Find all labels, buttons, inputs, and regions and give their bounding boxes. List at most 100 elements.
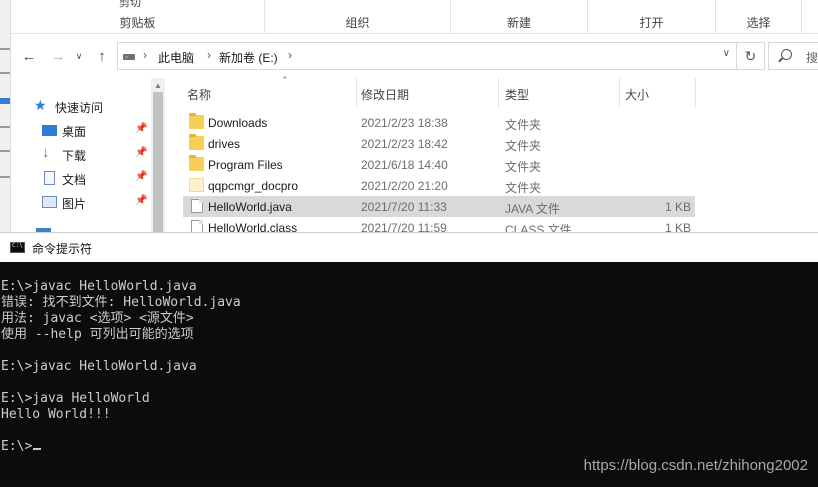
edge-tick: [0, 150, 10, 152]
forward-button[interactable]: →: [48, 46, 68, 66]
folder-icon: [189, 134, 204, 150]
column-header-label: 修改日期: [361, 88, 410, 102]
file-list: ⌃ 名称 修改日期 类型 大小 Downloads 2021/2/23 18:3…: [165, 75, 818, 232]
arrow-left-icon: ←: [21, 47, 37, 65]
file-type: 文件夹: [505, 160, 542, 174]
column-header-type[interactable]: 类型: [499, 78, 620, 108]
pin-icon[interactable]: 📌: [135, 195, 147, 206]
file-explorer-window: 剪切 剪贴板 组织 新建 打开 选择 ← → ∨ ↑ › 此电脑 › 新加卷 (…: [0, 0, 818, 232]
recent-locations-button[interactable]: ∨: [69, 46, 89, 66]
file-row-program-files[interactable]: Program Files 2021/6/18 14:40 文件夹: [183, 154, 695, 175]
file-date: 2021/7/20 11:33: [361, 200, 447, 214]
file-icon: [191, 220, 203, 232]
sidebar-item-label: 桌面: [62, 125, 87, 139]
sidebar-item-label: 图片: [62, 197, 87, 211]
search-input[interactable]: 搜: [768, 42, 818, 70]
search-placeholder: 搜: [806, 51, 818, 65]
scroll-up-icon[interactable]: ▲: [154, 81, 162, 90]
console-line: Hello World!!!: [1, 407, 111, 422]
download-icon: ↓: [42, 144, 50, 161]
sidebar-item-desktop[interactable]: 桌面 📌: [11, 119, 151, 141]
drive-icon: [123, 54, 135, 60]
file-icon: [191, 199, 203, 213]
prompt-text: E:\>: [1, 439, 33, 454]
console-line: 错误: 找不到文件: HelloWorld.java: [1, 295, 241, 310]
edge-tick: [0, 98, 10, 104]
back-button[interactable]: ←: [19, 46, 39, 66]
sidebar-item-label: 文档: [62, 173, 87, 187]
sidebar-item-this-pc[interactable]: [11, 222, 151, 232]
pin-icon[interactable]: 📌: [135, 171, 147, 182]
breadcrumb-this-pc[interactable]: 此电脑: [158, 49, 194, 66]
star-icon: ★: [34, 97, 47, 113]
sidebar-item-pictures[interactable]: 图片 📌: [11, 191, 151, 213]
pin-icon[interactable]: 📌: [135, 147, 147, 158]
window-title: 命令提示符: [32, 242, 93, 256]
ribbon-group-label: 剪贴板: [119, 16, 156, 30]
background-window-edge: [0, 0, 11, 232]
refresh-button[interactable]: ↻: [736, 43, 764, 69]
search-icon: [781, 49, 792, 60]
scrollbar-thumb[interactable]: [153, 92, 163, 232]
ribbon-group-label: 组织: [345, 16, 370, 30]
up-button[interactable]: ↑: [92, 46, 112, 66]
ribbon-group-label: 新建: [506, 16, 531, 30]
file-date: 2021/6/18 14:40: [361, 158, 448, 172]
column-header-name[interactable]: ⌃ 名称: [183, 75, 357, 108]
file-row-helloworld-class[interactable]: HelloWorld.class 2021/7/20 11:59 CLASS 文…: [183, 217, 695, 232]
file-row-drives[interactable]: drives 2021/2/23 18:42 文件夹: [183, 133, 695, 154]
breadcrumb-drive-e[interactable]: 新加卷 (E:): [219, 49, 278, 66]
edge-tick: [0, 126, 10, 128]
sidebar-item-documents[interactable]: 文档 📌: [11, 167, 151, 189]
console-line: 使用 --help 可列出可能的选项: [1, 327, 194, 342]
file-row-helloworld-java[interactable]: HelloWorld.java 2021/7/20 11:33 JAVA 文件 …: [183, 196, 695, 217]
file-date: 2021/2/23 18:42: [361, 137, 448, 151]
watermark: https://blog.csdn.net/zhihong2002: [583, 457, 808, 474]
picture-icon: [42, 196, 57, 208]
edge-tick: [0, 176, 10, 178]
cut-button[interactable]: 剪切: [119, 0, 141, 10]
edge-tick: [0, 48, 10, 50]
pin-icon[interactable]: 📌: [135, 123, 147, 134]
refresh-icon: ↻: [744, 47, 757, 64]
sidebar-item-label: 快速访问: [55, 101, 104, 115]
folder-icon: [189, 155, 204, 171]
command-prompt-window: 命令提示符 E:\>javac HelloWorld.java 错误: 找不到文…: [0, 232, 818, 487]
file-type: 文件夹: [505, 139, 542, 153]
console-line: 用法: javac <选项> <源文件>: [1, 311, 194, 326]
file-date: 2021/2/23 18:38: [361, 116, 448, 130]
console-output[interactable]: E:\>javac HelloWorld.java 错误: 找不到文件: Hel…: [0, 262, 818, 487]
edge-tick: [0, 72, 10, 74]
ribbon: 剪切 剪贴板 组织 新建 打开 选择: [11, 0, 818, 34]
desktop-icon: [42, 125, 57, 136]
navigation-pane: ★ 快速访问 桌面 📌 ↓ 下载 📌 文档 📌 图片 📌: [11, 78, 151, 232]
ribbon-group-open: 打开: [588, 0, 716, 34]
navigation-pane-scrollbar[interactable]: ▲: [151, 78, 165, 232]
file-row-qqpcmgr-docpro[interactable]: qqpcmgr_docpro 2021/2/20 21:20 文件夹: [183, 175, 695, 196]
file-row-downloads[interactable]: Downloads 2021/2/23 18:38 文件夹: [183, 112, 695, 133]
address-bar[interactable]: › 此电脑 › 新加卷 (E:) › ∨ ↻: [117, 42, 765, 70]
title-bar[interactable]: 命令提示符: [0, 232, 818, 262]
chevron-right-icon[interactable]: ›: [143, 48, 147, 62]
sort-ascending-icon: ⌃: [281, 75, 289, 85]
column-header-label: 类型: [505, 88, 530, 102]
chevron-right-icon[interactable]: ›: [288, 48, 292, 62]
address-dropdown-icon[interactable]: ∨: [723, 48, 730, 59]
folder-light-icon: [189, 178, 204, 192]
ribbon-group-select: 选择: [716, 0, 802, 34]
file-type: 文件夹: [505, 181, 542, 195]
sidebar-item-quick-access[interactable]: ★ 快速访问: [11, 95, 151, 117]
console-line: E:\>javac HelloWorld.java: [1, 279, 197, 294]
navigation-bar: ← → ∨ ↑ › 此电脑 › 新加卷 (E:) › ∨ ↻ 搜: [11, 34, 818, 78]
prompt-line[interactable]: E:\>: [1, 439, 42, 455]
file-name: HelloWorld.class: [208, 221, 298, 232]
arrow-right-icon: →: [50, 47, 66, 65]
folder-icon: [189, 113, 204, 129]
sidebar-item-downloads[interactable]: ↓ 下载 📌: [11, 143, 151, 165]
ribbon-group-organize: 组织: [265, 0, 451, 34]
column-header-date[interactable]: 修改日期: [357, 78, 499, 108]
cursor-caret: [33, 448, 42, 450]
column-header-size[interactable]: 大小: [620, 78, 696, 108]
file-name: Downloads: [208, 116, 268, 130]
chevron-right-icon[interactable]: ›: [207, 48, 211, 62]
